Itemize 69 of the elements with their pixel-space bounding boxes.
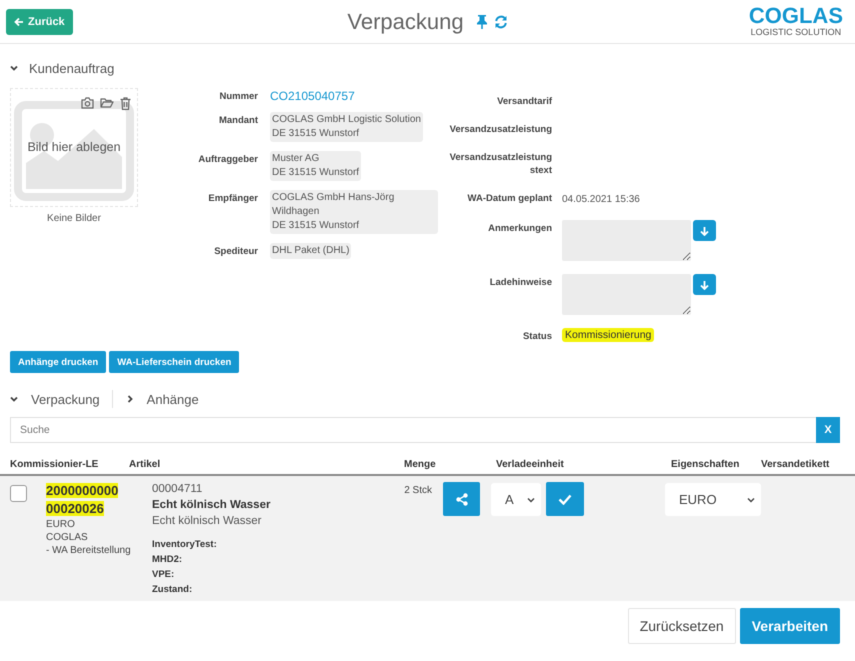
caret-icon [747, 496, 755, 502]
column-header: Menge [404, 459, 437, 472]
note-field[interactable] [562, 220, 691, 261]
arrow-down-icon [700, 280, 709, 290]
search-field[interactable]: Suche [10, 417, 816, 443]
field-label: Versandtarif [496, 95, 552, 108]
caret-icon [527, 496, 535, 502]
field-label: Auftraggeber [197, 153, 258, 166]
trash-icon[interactable] [120, 97, 131, 110]
expand-button[interactable] [693, 274, 716, 295]
field-value: COGLAS GmbH Hans-Jörg Wildhagen DE 31515 Wunstorf [270, 190, 438, 234]
row-checkbox[interactable] [10, 485, 27, 502]
attribute-label: MHD2: [152, 553, 182, 567]
check-icon [558, 494, 572, 504]
status-badge: Kommissionierung [562, 328, 654, 342]
le-number: 200000000000020026 [46, 482, 120, 518]
column-header: Artikel [129, 459, 162, 472]
article-name: Echt kölnisch Wasser [152, 498, 270, 513]
logo-tagline: LOGISTIC SOLUTION [750, 27, 842, 38]
field-label: Anmerkungen [487, 222, 552, 235]
attribute-label: InventoryTest: [152, 538, 217, 552]
reset-button[interactable]: Zurücksetzen [628, 608, 736, 644]
share-icon [456, 492, 468, 506]
split-button[interactable] [443, 482, 480, 516]
field-value: DHL Paket (DHL) [270, 243, 352, 259]
field-label: Ladehinweise [488, 276, 552, 289]
field-label: Versandzusatzleistung [448, 123, 552, 136]
drop-hint: Bild hier ablegen [26, 140, 122, 154]
confirm-button[interactable] [546, 482, 584, 516]
quantity: 2 Stck [403, 484, 432, 496]
section-tab[interactable]: Verpackung [31, 392, 100, 406]
refresh-icon[interactable] [494, 14, 508, 28]
note-field[interactable] [562, 274, 691, 315]
field-value: COGLAS GmbH Logistic Solution DE 31515 Wunstorf [270, 112, 423, 142]
field-value: 04.05.2021 15:36 [562, 193, 641, 207]
properties-select[interactable]: EURO [665, 483, 761, 516]
section-tab[interactable]: Anhänge [146, 392, 199, 406]
loading-unit-select[interactable]: A [491, 483, 541, 516]
field-label: Nummer [218, 90, 258, 103]
arrow-left-icon [14, 16, 24, 26]
image-placeholder-icon [14, 101, 134, 201]
column-header: Eigenschaften [671, 459, 740, 472]
field-label: WA-Datum geplant [466, 192, 552, 205]
column-header: Kommissionier-LE [10, 459, 100, 472]
field-label: Spediteur [213, 245, 258, 258]
section-title[interactable]: Kundenauftrag [29, 60, 114, 76]
field-label: Mandant [218, 114, 258, 127]
image-drop-zone[interactable]: Bild hier ablegen [10, 88, 138, 207]
expand-button[interactable] [693, 220, 716, 241]
image-caption: Keine Bilder [47, 213, 101, 224]
field-label: Empfänger [207, 192, 258, 205]
field-value: Muster AG DE 31515 Wunstorf [270, 151, 362, 181]
attribute-label: Zustand: [152, 583, 192, 597]
le-detail: COGLAS [46, 531, 88, 544]
article-description: Echt kölnisch Wasser [152, 514, 262, 529]
pin-icon[interactable] [476, 14, 488, 29]
article-number: 00004711 [152, 482, 202, 497]
folder-icon[interactable] [100, 97, 114, 109]
column-header: Verladeeinheit [496, 459, 565, 472]
field-label: Status [522, 330, 552, 343]
le-detail: EURO [46, 518, 75, 531]
field-label: Versandzusatzleistung stext [448, 151, 552, 177]
arrow-down-icon [700, 226, 709, 236]
camera-icon[interactable] [81, 97, 94, 109]
logo-wordmark: COGLAS [748, 5, 843, 27]
page-title: Verpackung [347, 8, 464, 34]
attribute-label: VPE: [152, 568, 174, 582]
le-detail: - WA Bereitstellung [46, 544, 131, 557]
column-header: Versandetikett [761, 459, 830, 472]
